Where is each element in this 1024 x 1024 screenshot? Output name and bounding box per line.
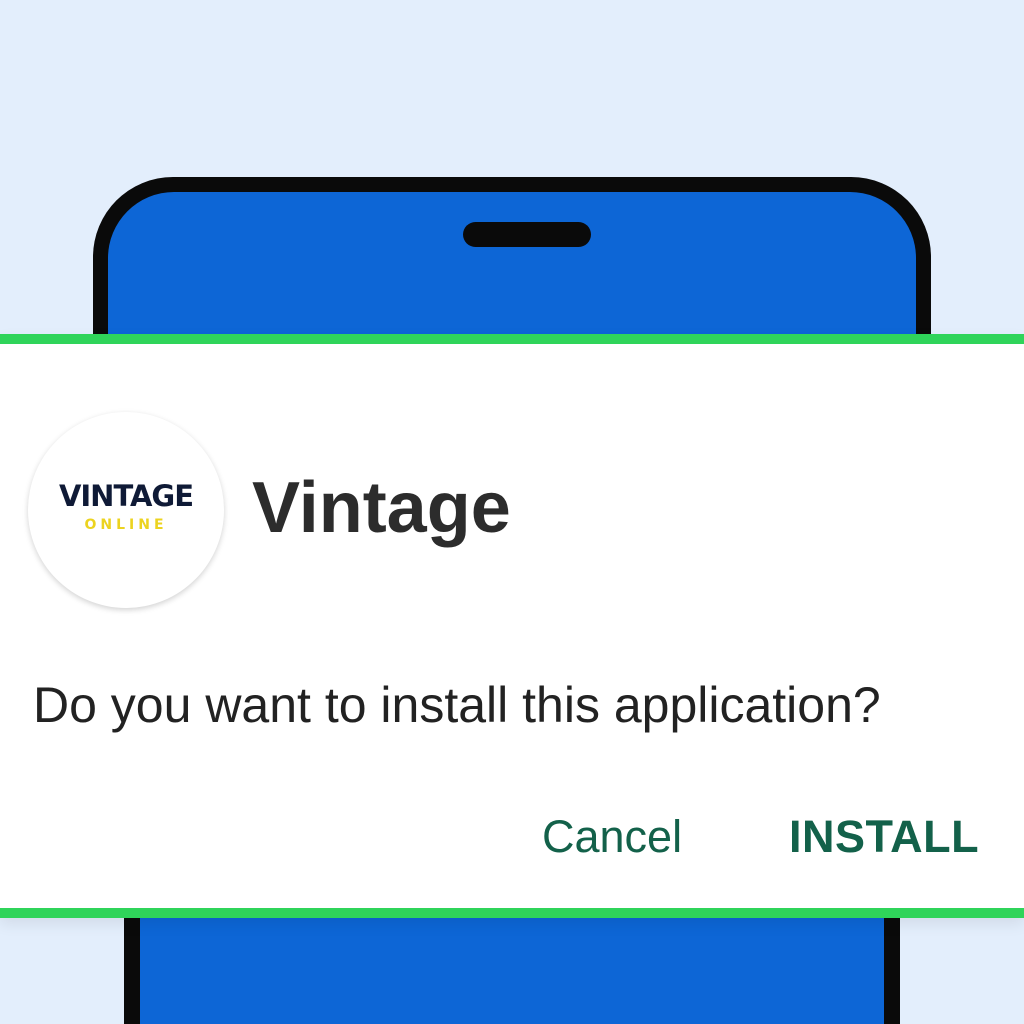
cancel-button[interactable]: Cancel bbox=[542, 814, 682, 859]
phone-speaker-notch bbox=[463, 222, 591, 247]
install-button[interactable]: INSTALL bbox=[789, 814, 979, 859]
app-logo-main-text: VINTAGE bbox=[58, 479, 194, 513]
app-logo-sub-text: ONLINE bbox=[84, 517, 168, 533]
scene: VINTAGE ONLINE Vintage Do you want to in… bbox=[0, 0, 1024, 1024]
app-name: Vintage bbox=[252, 468, 511, 548]
phone-frame-bottom bbox=[124, 900, 900, 1024]
phone-screen-bottom bbox=[140, 900, 884, 1024]
app-logo: VINTAGE ONLINE bbox=[28, 412, 224, 608]
install-prompt-text: Do you want to install this application? bbox=[33, 677, 881, 733]
install-dialog: VINTAGE ONLINE Vintage Do you want to in… bbox=[0, 334, 1024, 918]
